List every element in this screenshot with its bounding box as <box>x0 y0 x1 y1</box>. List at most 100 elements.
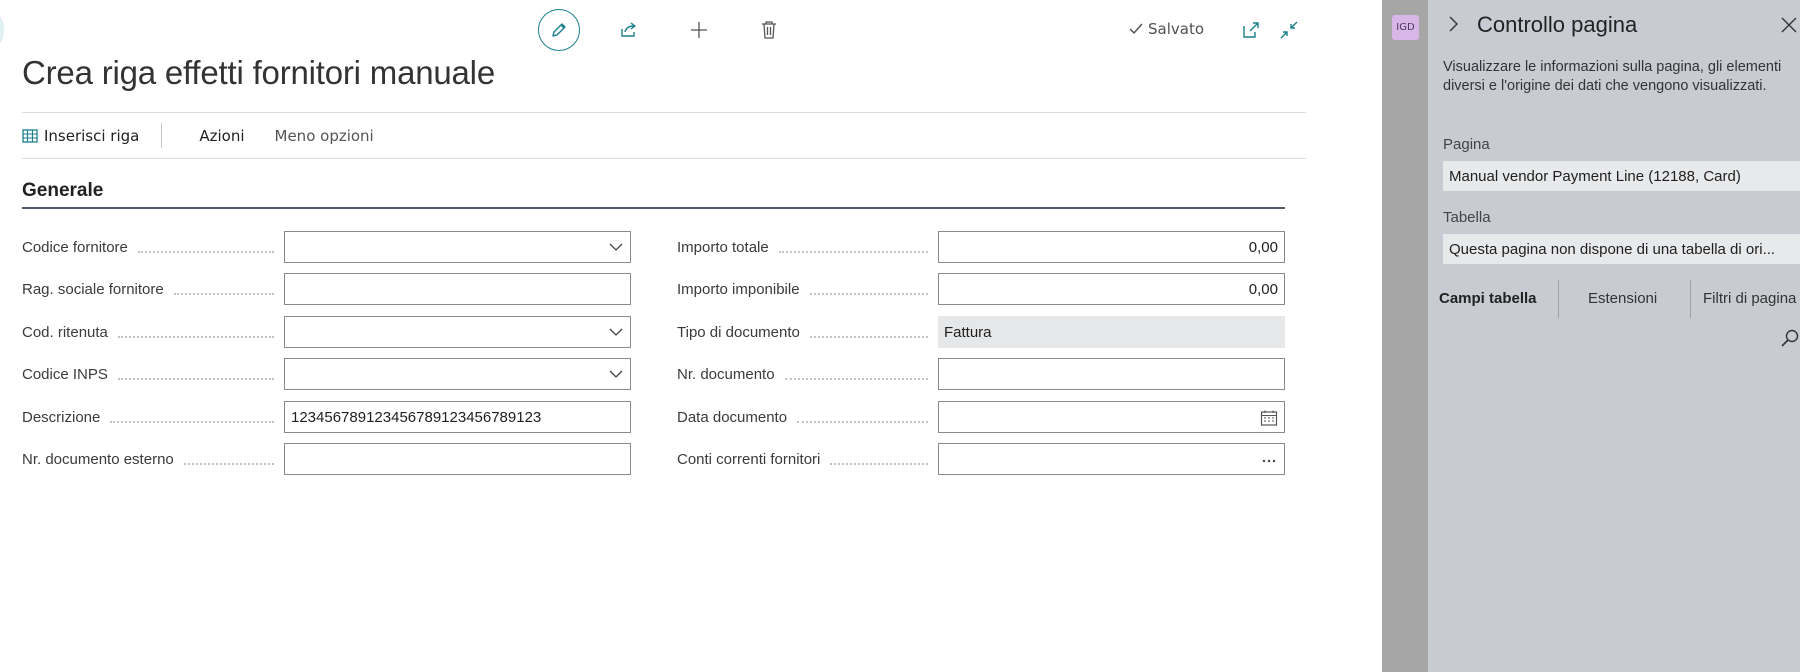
ellipsis-icon[interactable] <box>1260 451 1278 469</box>
tab-separator <box>1558 280 1559 318</box>
field-label: Descrizione <box>22 408 101 426</box>
tab-page-filters[interactable]: Filtri di pagina <box>1703 290 1796 307</box>
field-row-descrizione: Descrizione <box>22 401 284 433</box>
external-doc-no-input[interactable] <box>284 443 631 475</box>
total-amount-input[interactable]: 0,00 <box>938 231 1285 263</box>
azioni-label: Azioni <box>199 126 245 145</box>
field-dots <box>117 336 274 338</box>
field-label: Tipo di documento <box>677 323 800 341</box>
top-toolbar: Salvato <box>0 0 1382 60</box>
field-value: 0,00 <box>1248 280 1278 298</box>
panel-table-value[interactable]: Questa pagina non dispone di una tabella… <box>1443 234 1800 264</box>
page-title: Crea riga effetti fornitori manuale <box>22 54 495 91</box>
field-row-nr-doc-esterno: Nr. documento esterno <box>22 443 284 475</box>
field-label: Cod. ritenuta <box>22 323 108 341</box>
field-dots <box>809 293 928 295</box>
search-icon[interactable] <box>1780 328 1800 348</box>
tab-extensions[interactable]: Estensioni <box>1588 290 1657 307</box>
popout-icon <box>1243 22 1259 38</box>
field-dots <box>797 421 928 423</box>
vendor-name-input[interactable] <box>284 273 631 305</box>
saved-status: Salvato <box>1128 20 1204 38</box>
chevron-down-icon <box>609 370 623 378</box>
field-row-importo-imponibile: Importo imponibile <box>677 273 938 305</box>
page-inspection-panel <box>1428 0 1800 672</box>
collapse-button[interactable] <box>1276 17 1302 43</box>
edit-button[interactable] <box>538 9 580 51</box>
share-button[interactable] <box>614 15 644 45</box>
insert-row-action[interactable]: Inserisci riga <box>22 127 139 145</box>
pencil-icon <box>552 23 566 37</box>
field-row-nr-documento: Nr. documento <box>677 358 938 390</box>
table-grid-icon <box>22 128 38 143</box>
field-row-tipo-documento: Tipo di documento <box>677 316 938 348</box>
collapse-icon <box>1280 21 1298 39</box>
field-dots <box>183 463 274 465</box>
field-value: Fattura <box>944 323 992 341</box>
field-label: Data documento <box>677 408 788 426</box>
insert-row-label: Inserisci riga <box>44 126 140 145</box>
field-row-data-documento: Data documento <box>677 401 938 433</box>
share-icon <box>621 22 636 37</box>
popout-button[interactable] <box>1238 17 1264 43</box>
less-options-action[interactable]: Meno opzioni <box>275 127 374 145</box>
add-button[interactable] <box>684 15 714 45</box>
field-label: Nr. documento <box>677 365 775 383</box>
field-dots <box>110 421 274 423</box>
panel-description: Visualizzare le informazioni sulla pagin… <box>1443 59 1782 94</box>
panel-table-label: Tabella <box>1443 209 1491 226</box>
trash-icon <box>762 21 776 39</box>
panel-title: Controllo pagina <box>1477 12 1638 37</box>
panel-page-value[interactable]: Manual vendor Payment Line (12188, Card) <box>1443 161 1800 191</box>
document-date-input[interactable] <box>938 401 1285 433</box>
field-row-importo-totale: Importo totale <box>677 231 938 263</box>
field-row-rag-sociale: Rag. sociale fornitore <box>22 273 284 305</box>
bank-account-lookup[interactable] <box>938 443 1285 475</box>
action-separator <box>161 123 162 148</box>
field-value: 1234567891234567891234567891​23 <box>291 408 542 426</box>
document-type-field: Fattura <box>938 316 1285 348</box>
field-label: Codice INPS <box>22 365 108 383</box>
document-no-input[interactable] <box>938 358 1285 390</box>
field-dots <box>137 251 274 253</box>
taxable-amount-input[interactable]: 0,00 <box>938 273 1285 305</box>
field-dots <box>784 378 928 380</box>
checkmark-icon <box>1129 23 1143 35</box>
field-label: Importo imponibile <box>677 280 800 298</box>
vendor-code-dropdown[interactable] <box>284 231 631 263</box>
field-label: Codice fornitore <box>22 238 128 256</box>
main-content: Salvato Crea riga effetti fornitori manu… <box>0 0 1382 672</box>
azioni-action[interactable]: Azioni <box>199 127 244 145</box>
inps-code-dropdown[interactable] <box>284 358 631 390</box>
saved-label: Salvato <box>1148 20 1205 38</box>
field-row-conti-correnti: Conti correnti fornitori <box>677 443 938 475</box>
field-label: Rag. sociale fornitore <box>22 280 164 298</box>
withholding-code-dropdown[interactable] <box>284 316 631 348</box>
plus-icon <box>691 22 707 38</box>
section-title[interactable]: Generale <box>22 180 103 202</box>
panel-tabs: Campi tabella Estensioni Filtri di pagin… <box>1428 278 1800 320</box>
field-dots <box>117 378 274 380</box>
user-avatar[interactable]: IGD <box>1392 15 1419 40</box>
field-label: Nr. documento esterno <box>22 450 174 468</box>
section-divider <box>22 207 1285 209</box>
field-value: 0,00 <box>1248 238 1278 256</box>
panel-page-label: Pagina <box>1443 136 1490 153</box>
panel-overlay-strip <box>1382 0 1428 672</box>
action-bar: Inserisci riga Azioni Meno opzioni <box>22 112 1306 159</box>
chevron-down-icon <box>609 328 623 336</box>
field-row-cod-ritenuta: Cod. ritenuta <box>22 316 284 348</box>
description-input[interactable]: 1234567891234567891234567891​23 <box>284 401 631 433</box>
tab-table-fields[interactable]: Campi tabella <box>1439 290 1537 307</box>
tab-separator <box>1690 280 1691 318</box>
close-icon[interactable] <box>1780 16 1798 34</box>
field-dots <box>830 463 928 465</box>
field-row-codice-inps: Codice INPS <box>22 358 284 390</box>
chevron-right-icon[interactable] <box>1444 14 1464 34</box>
field-row-codice-fornitore: Codice fornitore <box>22 231 284 263</box>
less-options-label: Meno opzioni <box>274 126 374 145</box>
calendar-icon[interactable] <box>1260 409 1278 427</box>
field-dots <box>173 293 274 295</box>
delete-button[interactable] <box>754 15 784 45</box>
field-label: Importo totale <box>677 238 769 256</box>
